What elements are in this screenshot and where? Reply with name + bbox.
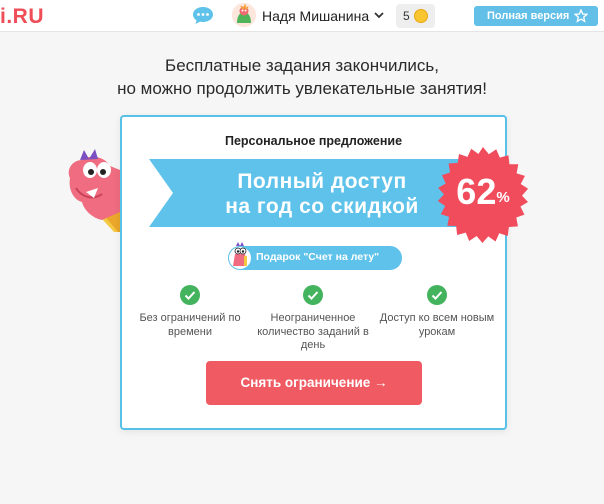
- feature-text: Неограниченное количество заданий в день: [257, 312, 369, 351]
- ribbon-text: Полный доступ на год со скидкой: [177, 169, 467, 219]
- coins-counter[interactable]: 5: [396, 4, 435, 28]
- top-bar: i.RU Надя Мишанина 5 Полная версия: [0, 0, 604, 32]
- user-name[interactable]: Надя Мишанина: [262, 8, 369, 24]
- headline-line-2: но можно продолжить увлекательные заняти…: [117, 79, 487, 98]
- full-version-button[interactable]: Полная версия: [474, 6, 598, 26]
- coins-count: 5: [403, 9, 410, 23]
- feature-new-lessons: Доступ ко всем новым урокам: [377, 285, 497, 339]
- discount-number: 62: [456, 171, 497, 212]
- coin-icon: [414, 9, 428, 23]
- remove-limit-button[interactable]: Снять ограничение →: [206, 361, 422, 405]
- feature-no-time-limit: Без ограничений по времени: [130, 285, 250, 339]
- feature-text: Доступ ко всем новым урокам: [379, 312, 495, 338]
- full-version-label: Полная версия: [487, 10, 570, 22]
- page-headline: Бесплатные задания закончились, но можно…: [0, 54, 604, 100]
- avatar[interactable]: [232, 3, 256, 27]
- check-icon: [180, 285, 200, 305]
- offer-card: Персональное предложение Полный доступ н…: [120, 115, 529, 430]
- gift-label: Подарок "Счет на лету": [256, 251, 380, 263]
- ribbon-line-1: Полный доступ: [237, 170, 407, 193]
- ribbon-line-2: на год со скидкой: [225, 195, 419, 218]
- check-icon: [303, 285, 323, 305]
- gift-mascot-icon: [229, 242, 251, 269]
- chevron-down-icon[interactable]: [374, 11, 384, 19]
- discount-unit: %: [496, 189, 510, 206]
- feature-text: Без ограничений по времени: [139, 312, 241, 338]
- discount-value: 62%: [434, 172, 532, 212]
- gift-badge: Подарок "Счет на лету": [228, 242, 402, 270]
- check-icon: [427, 285, 447, 305]
- feature-unlimited-tasks: Неограниченное количество заданий в день: [253, 285, 373, 353]
- logo[interactable]: i.RU: [0, 5, 44, 29]
- headline-line-1: Бесплатные задания закончились,: [165, 56, 439, 75]
- chat-icon[interactable]: [192, 6, 214, 25]
- mascot-illustration: [68, 149, 124, 232]
- star-icon: [574, 9, 588, 23]
